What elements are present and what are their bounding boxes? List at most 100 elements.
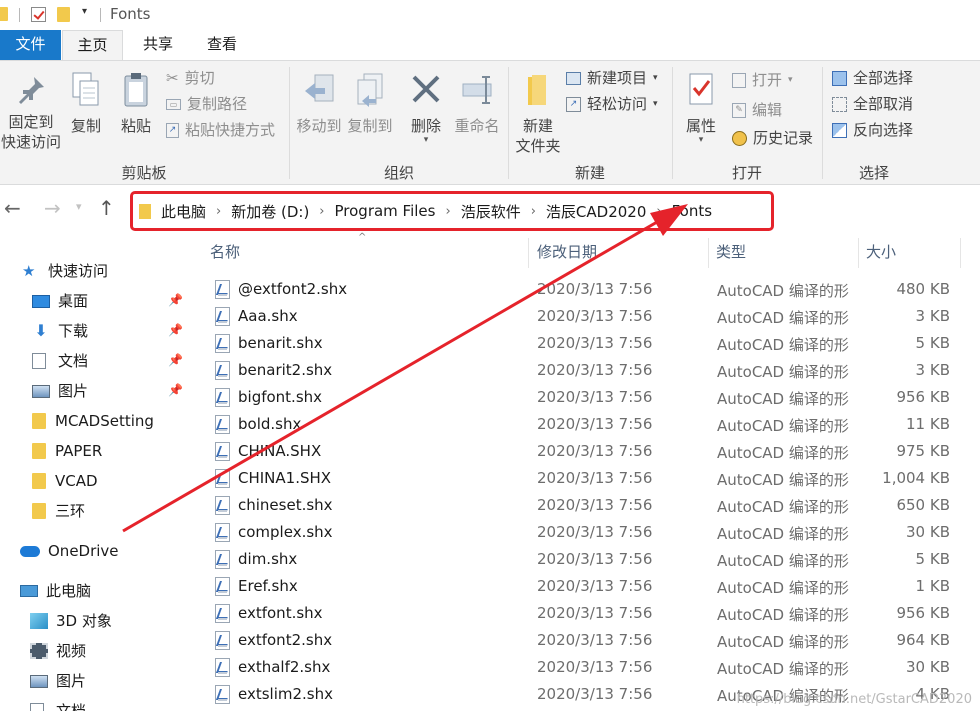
table-row[interactable]: CHINA.SHX 2020/3/13 7:56 AutoCAD 编译的形 975 K… bbox=[190, 439, 980, 466]
nav-onedrive[interactable]: OneDrive bbox=[20, 539, 119, 563]
select-all-button[interactable]: 全部选择 bbox=[832, 67, 913, 89]
pin-icon[interactable]: 📌 bbox=[168, 383, 183, 397]
column-header-size[interactable]: 大小 bbox=[866, 234, 896, 270]
history-button[interactable]: 历史记录 bbox=[732, 127, 813, 149]
back-arrow-icon[interactable]: ← bbox=[4, 196, 21, 220]
column-divider[interactable] bbox=[528, 238, 529, 268]
invert-selection-icon bbox=[832, 122, 847, 138]
table-row[interactable]: chineset.shx 2020/3/13 7:56 AutoCAD 编译的形 65… bbox=[190, 493, 980, 520]
invert-selection-button[interactable]: 反向选择 bbox=[832, 119, 913, 141]
select-all-label: 全部选择 bbox=[853, 69, 914, 87]
breadcrumb-program-files[interactable]: Program Files bbox=[335, 202, 436, 220]
chevron-right-icon[interactable]: › bbox=[445, 204, 450, 219]
properties-button[interactable]: 属性 ▾ bbox=[678, 71, 724, 145]
breadcrumb-this-pc[interactable]: 此电脑 bbox=[161, 201, 206, 222]
nav-label: 图片 bbox=[58, 382, 89, 400]
paste-button[interactable]: 粘贴 bbox=[116, 71, 156, 136]
nav-label: 下载 bbox=[58, 322, 89, 340]
table-row[interactable]: benarit2.shx 2020/3/13 7:56 AutoCAD 编译的形 3 … bbox=[190, 358, 980, 385]
file-size: 3 KB bbox=[915, 361, 950, 379]
nav-folder-sanhuan[interactable]: 三环 bbox=[32, 499, 85, 523]
column-divider[interactable] bbox=[858, 238, 859, 268]
column-divider[interactable] bbox=[708, 238, 709, 268]
pin-icon[interactable]: 📌 bbox=[168, 323, 183, 337]
tab-share[interactable]: 共享 bbox=[128, 30, 188, 60]
nav-folder-vcad[interactable]: VCAD bbox=[32, 469, 98, 493]
nav-documents[interactable]: 文档 bbox=[32, 349, 88, 373]
copy-button[interactable]: 复制 bbox=[66, 71, 106, 136]
desktop-icon bbox=[32, 294, 50, 308]
column-header-name[interactable]: 名称 bbox=[210, 234, 240, 270]
copy-path-button[interactable]: ▭ 复制路径 bbox=[166, 93, 247, 115]
group-label-organize: 组织 bbox=[383, 164, 414, 182]
table-row[interactable]: benarit.shx 2020/3/13 7:56 AutoCAD 编译的形 5 K… bbox=[190, 331, 980, 358]
new-folder-button[interactable]: 新建 文件夹 bbox=[512, 71, 564, 156]
nav-label: VCAD bbox=[55, 472, 98, 490]
tab-view[interactable]: 查看 bbox=[192, 30, 252, 60]
table-row[interactable]: extfont.shx 2020/3/13 7:56 AutoCAD 编译的形 956… bbox=[190, 601, 980, 628]
nav-desktop[interactable]: 桌面 bbox=[32, 289, 88, 313]
nav-this-pc[interactable]: 此电脑 bbox=[20, 579, 91, 603]
table-row[interactable]: @extfont2.shx 2020/3/13 7:56 AutoCAD 编译的形 4… bbox=[190, 277, 980, 304]
file-type: AutoCAD 编译的形 bbox=[717, 525, 849, 543]
move-to-button[interactable]: 移动到 bbox=[294, 71, 344, 136]
breadcrumb-drive[interactable]: 新加卷 (D:) bbox=[231, 201, 309, 222]
recent-locations-chevron-icon[interactable]: ▾ bbox=[76, 200, 82, 213]
nav-downloads[interactable]: ⬇ 下载 bbox=[32, 319, 88, 343]
nav-3d-objects[interactable]: 3D 对象 bbox=[30, 609, 112, 633]
column-header-type[interactable]: 类型 bbox=[716, 234, 746, 270]
file-name: dim.shx bbox=[238, 550, 298, 568]
easy-access-button[interactable]: ↗ 轻松访问 ▾ bbox=[566, 93, 658, 115]
chevron-right-icon[interactable]: › bbox=[531, 204, 536, 219]
up-arrow-icon[interactable]: ↑ bbox=[98, 196, 115, 220]
select-none-button[interactable]: 全部取消 bbox=[832, 93, 913, 115]
paste-shortcut-button[interactable]: ↗ 粘贴快捷方式 bbox=[166, 119, 275, 141]
table-row[interactable]: extfont2.shx 2020/3/13 7:56 AutoCAD 编译的形 96… bbox=[190, 628, 980, 655]
table-row[interactable]: Aaa.shx 2020/3/13 7:56 AutoCAD 编译的形 3 KB bbox=[190, 304, 980, 331]
table-row[interactable]: bold.shx 2020/3/13 7:56 AutoCAD 编译的形 11 KB bbox=[190, 412, 980, 439]
table-row[interactable]: bigfont.shx 2020/3/13 7:56 AutoCAD 编译的形 956… bbox=[190, 385, 980, 412]
delete-button[interactable]: 删除 ▾ bbox=[404, 71, 448, 145]
cut-button[interactable]: ✂ 剪切 bbox=[166, 67, 215, 89]
table-row[interactable]: complex.shx 2020/3/13 7:56 AutoCAD 编译的形 30 … bbox=[190, 520, 980, 547]
table-row[interactable]: exthalf2.shx 2020/3/13 7:56 AutoCAD 编译的形 30… bbox=[190, 655, 980, 682]
table-row[interactable]: Eref.shx 2020/3/13 7:56 AutoCAD 编译的形 1 KB bbox=[190, 574, 980, 601]
chevron-right-icon[interactable]: › bbox=[319, 204, 324, 219]
nav-videos[interactable]: 视频 bbox=[30, 639, 86, 663]
new-folder-quick-icon[interactable] bbox=[57, 7, 70, 22]
rename-button[interactable]: 重命名 bbox=[452, 71, 502, 136]
table-row[interactable]: dim.shx 2020/3/13 7:56 AutoCAD 编译的形 5 KB bbox=[190, 547, 980, 574]
breadcrumb-product[interactable]: 浩辰CAD2020 bbox=[546, 201, 646, 222]
forward-arrow-icon[interactable]: → bbox=[44, 196, 61, 220]
copy-to-button[interactable]: 复制到 bbox=[345, 71, 395, 136]
nav-folder-mcadsetting[interactable]: MCADSetting bbox=[32, 409, 154, 433]
paste-icon bbox=[124, 73, 148, 107]
tab-file[interactable]: 文件 bbox=[0, 30, 61, 60]
table-row[interactable]: CHINA1.SHX 2020/3/13 7:56 AutoCAD 编译的形 1,00… bbox=[190, 466, 980, 493]
nav-pictures[interactable]: 图片 bbox=[32, 379, 88, 403]
new-item-button[interactable]: 新建项目 ▾ bbox=[566, 67, 658, 89]
breadcrumb-fonts[interactable]: Fonts bbox=[672, 202, 712, 220]
nav-pictures-pc[interactable]: 图片 bbox=[30, 669, 86, 693]
cube-icon bbox=[30, 613, 48, 629]
pin-icon[interactable]: 📌 bbox=[168, 293, 183, 307]
column-header-date[interactable]: 修改日期 bbox=[537, 234, 597, 270]
chevron-right-icon[interactable]: › bbox=[656, 204, 661, 219]
customize-quick-access-icon[interactable]: ▾ bbox=[82, 6, 87, 17]
address-bar[interactable]: 此电脑 › 新加卷 (D:) › Program Files › 浩辰软件 › … bbox=[130, 191, 774, 231]
open-button[interactable]: 打开 ▾ bbox=[732, 69, 793, 91]
edit-button[interactable]: ✎ 编辑 bbox=[732, 99, 782, 121]
nav-documents-pc[interactable]: 文档 bbox=[30, 699, 86, 711]
pin-to-quick-access-button[interactable]: 固定到 快速访问 bbox=[0, 75, 62, 152]
chevron-right-icon[interactable]: › bbox=[216, 204, 221, 219]
column-divider[interactable] bbox=[960, 238, 961, 268]
copy-to-icon bbox=[357, 73, 383, 107]
breadcrumb-vendor[interactable]: 浩辰软件 bbox=[461, 201, 521, 222]
tab-home[interactable]: 主页 bbox=[62, 30, 123, 61]
nav-folder-paper[interactable]: PAPER bbox=[32, 439, 102, 463]
nav-quick-access[interactable]: ★ 快速访问 bbox=[22, 259, 108, 283]
file-date: 2020/3/13 7:56 bbox=[537, 496, 653, 514]
properties-quick-icon[interactable] bbox=[31, 7, 46, 22]
pin-icon[interactable]: 📌 bbox=[168, 353, 183, 367]
picture-icon bbox=[32, 384, 50, 398]
